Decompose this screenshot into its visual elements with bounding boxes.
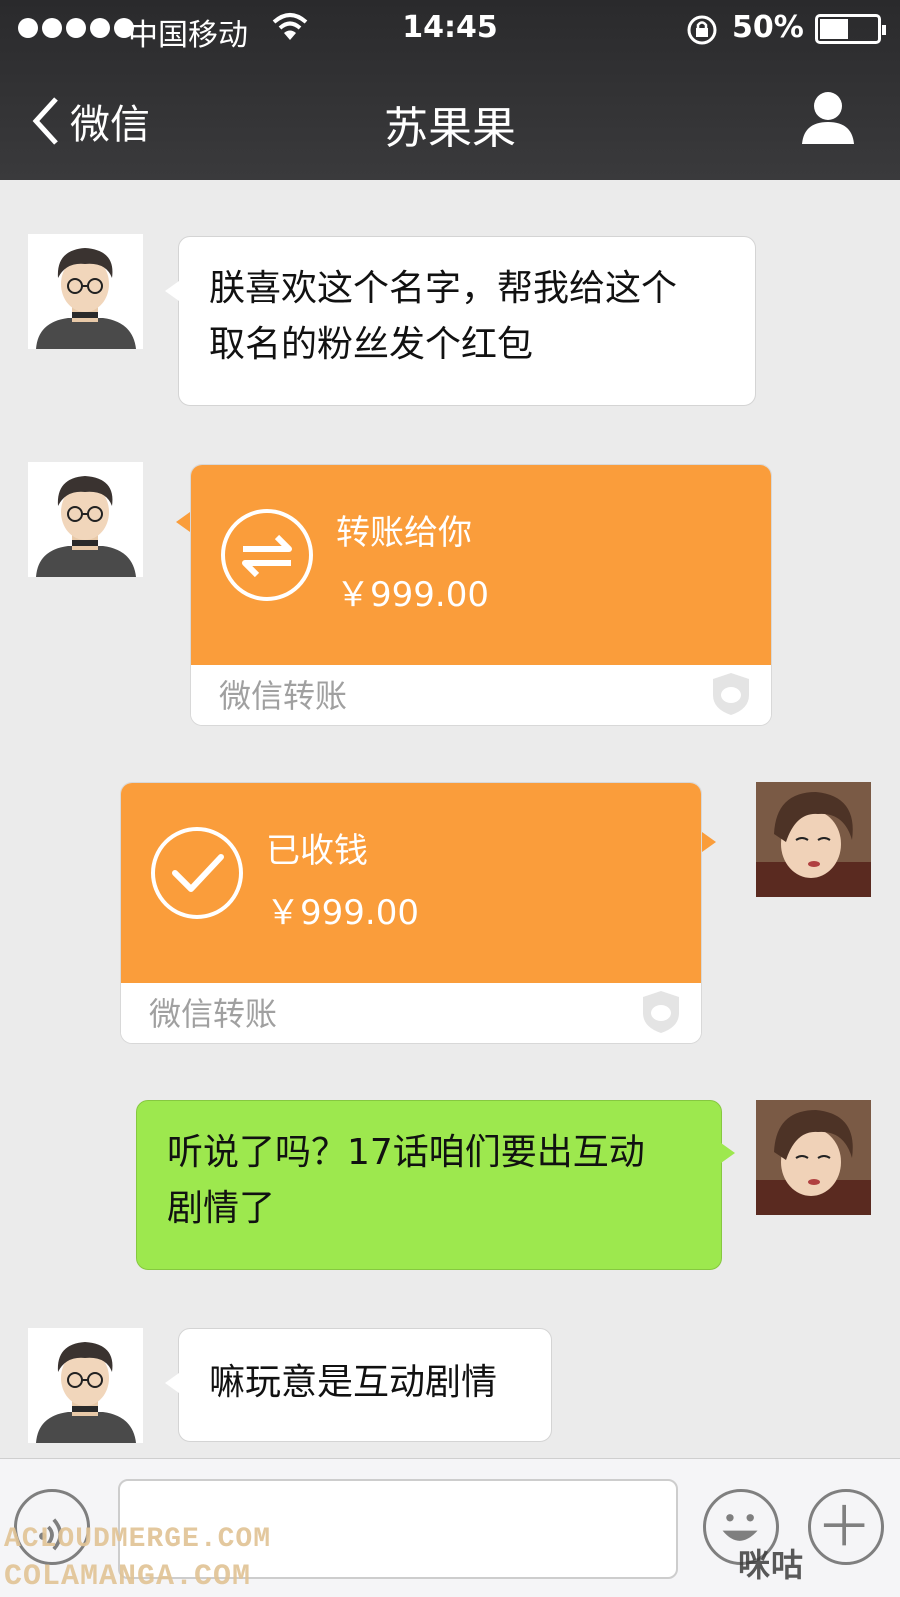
received-amount: ￥999.00 bbox=[266, 893, 419, 933]
check-circle-icon bbox=[151, 827, 243, 919]
received-card[interactable]: 已收钱 ￥999.00 微信转账 bbox=[120, 782, 702, 1044]
contact-avatar[interactable] bbox=[28, 462, 143, 577]
contact-avatar[interactable] bbox=[28, 1328, 143, 1443]
transfer-arrows-icon bbox=[221, 509, 313, 601]
wechat-pay-shield-icon bbox=[643, 991, 679, 1033]
chat-title: 苏果果 bbox=[384, 103, 516, 154]
watermark: COLAMANGA.COM bbox=[4, 1560, 252, 1594]
status-bar: 中国移动 14:45 50% bbox=[0, 0, 900, 56]
wechat-pay-shield-icon bbox=[713, 673, 749, 715]
transfer-card-footer: 微信转账 bbox=[191, 665, 771, 725]
transfer-footer-label: 微信转账 bbox=[219, 677, 348, 715]
bubble-tail bbox=[176, 512, 190, 532]
navigation-bar: 微信 苏果果 bbox=[0, 70, 900, 175]
battery-percent: 50% bbox=[732, 10, 804, 45]
person-icon[interactable] bbox=[800, 88, 856, 146]
transfer-title: 转账给你 bbox=[336, 513, 472, 553]
avatar-glasses-character bbox=[28, 1328, 143, 1443]
received-card-body: 已收钱 ￥999.00 bbox=[121, 783, 701, 983]
transfer-card[interactable]: 转账给你 ￥999.00 微信转账 bbox=[190, 464, 772, 726]
self-avatar[interactable] bbox=[756, 1100, 871, 1215]
top-bar: 中国移动 14:45 50% 微信 苏果果 bbox=[0, 0, 900, 180]
message-line: 取名的粉丝发个红包 bbox=[209, 324, 534, 365]
transfer-card-body: 转账给你 ￥999.00 bbox=[191, 465, 771, 665]
message-bubble[interactable]: 听说了吗？17话咱们要出互动 剧情了 bbox=[136, 1100, 735, 1270]
message-line: 听说了吗？17话咱们要出互动 bbox=[167, 1132, 645, 1173]
watermark: 咪咕 bbox=[738, 1546, 805, 1584]
received-card-footer: 微信转账 bbox=[121, 983, 701, 1043]
avatar-brown-hair-character bbox=[756, 1100, 871, 1215]
rotation-lock-icon bbox=[687, 15, 717, 45]
message-bubble[interactable]: 嘛玩意是互动剧情 bbox=[165, 1328, 552, 1442]
avatar-glasses-character bbox=[28, 462, 143, 577]
watermark: ACLOUDMERGE.COM bbox=[4, 1524, 272, 1555]
message-line: 剧情了 bbox=[167, 1188, 276, 1229]
contact-avatar[interactable] bbox=[28, 234, 143, 349]
avatar-brown-hair-character bbox=[756, 782, 871, 897]
plus-icon[interactable] bbox=[808, 1489, 884, 1565]
battery-icon bbox=[815, 14, 886, 44]
bubble-tail bbox=[702, 832, 716, 852]
message-bubble[interactable]: 朕喜欢这个名字，帮我给这个 取名的粉丝发个红包 bbox=[165, 236, 756, 406]
message-line: 朕喜欢这个名字，帮我给这个 bbox=[209, 268, 678, 309]
transfer-amount: ￥999.00 bbox=[336, 575, 489, 615]
received-footer-label: 微信转账 bbox=[149, 995, 278, 1033]
avatar-glasses-character bbox=[28, 234, 143, 349]
message-line: 嘛玩意是互动剧情 bbox=[209, 1362, 498, 1403]
received-title: 已收钱 bbox=[266, 831, 368, 871]
self-avatar[interactable] bbox=[756, 782, 871, 897]
